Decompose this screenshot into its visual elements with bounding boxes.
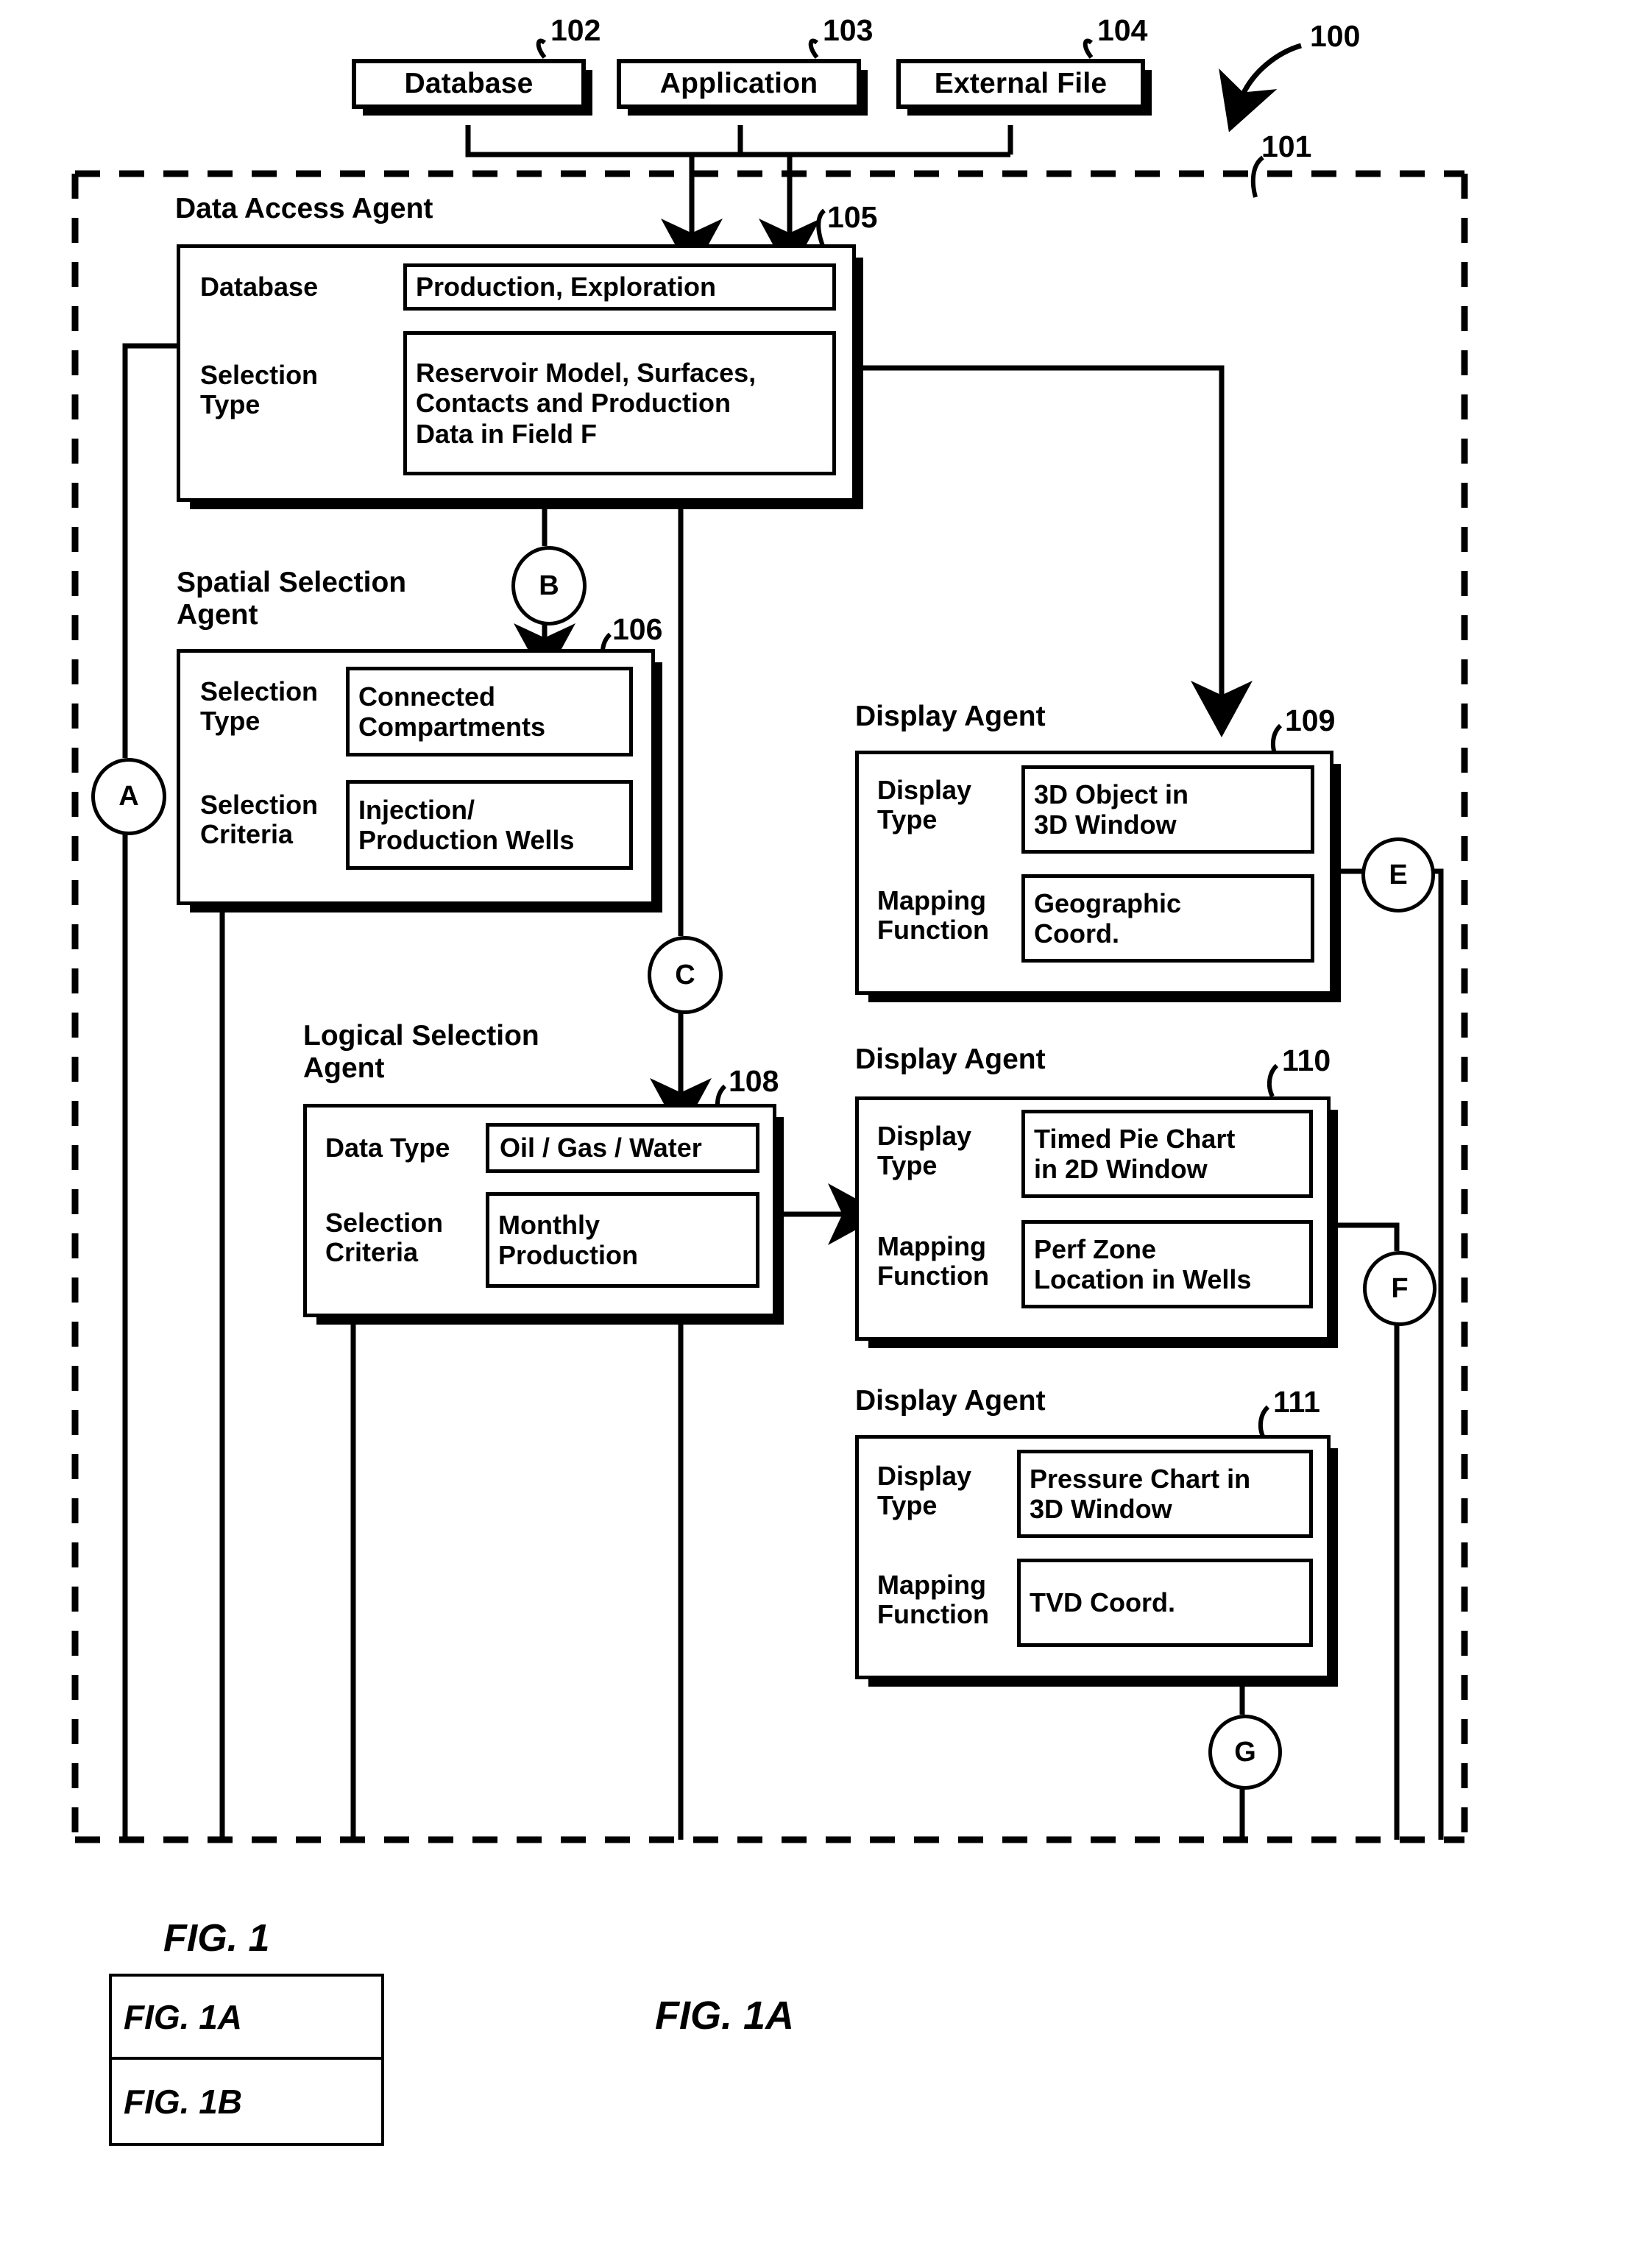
- ref-number-111: 111: [1273, 1385, 1320, 1419]
- ref-number-110: 110: [1282, 1043, 1331, 1077]
- display-agent-109-row-label-1: Mapping Function: [877, 885, 989, 945]
- value-text: TVD Coord.: [1030, 1587, 1175, 1618]
- display-agent-111-row-value-1: TVD Coord.: [1017, 1559, 1313, 1647]
- connector-bubble-e[interactable]: E: [1361, 837, 1435, 912]
- value-text: Monthly Production: [498, 1209, 638, 1270]
- source-box-database[interactable]: Database: [352, 59, 586, 109]
- spatial-selection-row-value-0: Connected Compartments: [346, 667, 633, 756]
- figure-sheet-label: FIG. 1B: [124, 2082, 243, 2121]
- ref-number-106: 106: [612, 612, 663, 646]
- spatial-selection-agent-title: Spatial Selection Agent: [177, 567, 407, 631]
- value-text: Pressure Chart in 3D Window: [1030, 1463, 1251, 1524]
- data-access-row-label-1: Selection Type: [200, 360, 319, 419]
- figure-sheet-row: FIG. 1B: [112, 2060, 381, 2143]
- connector-label: C: [675, 959, 695, 991]
- data-access-agent-title: Data Access Agent: [175, 193, 433, 224]
- connector-label: F: [1391, 1272, 1409, 1304]
- display-agent-109-title: Display Agent: [855, 701, 1046, 732]
- display-agent-110-row-value-0: Timed Pie Chart in 2D Window: [1021, 1110, 1313, 1198]
- display-agent-110-title: Display Agent: [855, 1043, 1046, 1075]
- connector-bubble-c[interactable]: C: [648, 936, 723, 1014]
- source-box-external-file[interactable]: External File: [896, 59, 1145, 109]
- figure-caption-right: FIG. 1A: [655, 1994, 795, 2038]
- ref-number-103: 103: [823, 13, 874, 47]
- source-box-application[interactable]: Application: [617, 59, 861, 109]
- figure-sheet-label: FIG. 1A: [124, 1997, 243, 2036]
- spatial-selection-row-value-1: Injection/ Production Wells: [346, 780, 633, 870]
- ref-number-109: 109: [1285, 704, 1336, 737]
- figure-caption-main: FIG. 1: [163, 1917, 270, 1960]
- connector-label: B: [539, 570, 559, 601]
- ref-number-108: 108: [729, 1064, 779, 1098]
- display-agent-109-row-label-0: Display Type: [877, 775, 972, 834]
- ref-number-102: 102: [550, 13, 601, 47]
- ref-number-105: 105: [827, 200, 878, 234]
- ref-number-101: 101: [1261, 130, 1312, 163]
- display-agent-111-row-value-0: Pressure Chart in 3D Window: [1017, 1450, 1313, 1538]
- connector-bubble-b[interactable]: B: [511, 546, 587, 626]
- spatial-selection-row-label-1: Selection Criteria: [200, 790, 319, 849]
- figure-sheet-row: FIG. 1A: [112, 1977, 381, 2060]
- data-access-row-value-0: Production, Exploration: [403, 263, 836, 311]
- value-text: Timed Pie Chart in 2D Window: [1034, 1123, 1236, 1184]
- connector-label: A: [118, 781, 139, 812]
- value-text: Injection/ Production Wells: [358, 794, 575, 855]
- value-text: Geographic Coord.: [1034, 887, 1182, 949]
- connector-bubble-g[interactable]: G: [1208, 1715, 1282, 1790]
- display-agent-109-row-value-0: 3D Object in 3D Window: [1021, 765, 1314, 854]
- connector-bubble-f[interactable]: F: [1363, 1251, 1437, 1326]
- connector-label: E: [1389, 859, 1408, 890]
- display-agent-111-row-label-1: Mapping Function: [877, 1570, 989, 1629]
- display-agent-110-row-value-1: Perf Zone Location in Wells: [1021, 1220, 1313, 1308]
- source-label: Application: [659, 68, 818, 99]
- data-access-row-value-1: Reservoir Model, Surfaces, Contacts and …: [403, 331, 836, 475]
- value-text: Reservoir Model, Surfaces, Contacts and …: [416, 358, 757, 449]
- patent-figure-page: Database 102 Application 103 External Fi…: [0, 0, 1633, 2268]
- logical-selection-row-label-1: Selection Criteria: [325, 1208, 444, 1267]
- display-agent-111-row-label-0: Display Type: [877, 1461, 972, 1520]
- logical-selection-row-label-0: Data Type: [325, 1133, 450, 1163]
- display-agent-109-row-value-1: Geographic Coord.: [1021, 874, 1314, 963]
- figure-sheet-key: FIG. 1A FIG. 1B: [109, 1974, 384, 2146]
- ref-number-104: 104: [1097, 13, 1148, 47]
- source-label: Database: [404, 68, 534, 99]
- spatial-selection-row-label-0: Selection Type: [200, 676, 319, 736]
- logical-selection-row-value-1: Monthly Production: [486, 1192, 759, 1288]
- value-text: Connected Compartments: [358, 681, 546, 742]
- data-access-row-label-0: Database: [200, 272, 319, 302]
- value-text: 3D Object in 3D Window: [1034, 779, 1189, 840]
- source-label: External File: [934, 68, 1108, 99]
- display-agent-110-row-label-0: Display Type: [877, 1121, 972, 1180]
- connector-bubble-a[interactable]: A: [91, 758, 166, 835]
- value-text: Oil / Gas / Water: [500, 1133, 702, 1163]
- connector-label: G: [1234, 1736, 1256, 1768]
- logical-selection-row-value-0: Oil / Gas / Water: [486, 1123, 759, 1173]
- display-agent-111-title: Display Agent: [855, 1385, 1046, 1417]
- logical-selection-agent-title: Logical Selection Agent: [303, 1020, 539, 1084]
- ref-number-100: 100: [1310, 19, 1361, 53]
- value-text: Perf Zone Location in Wells: [1034, 1233, 1252, 1294]
- display-agent-110-row-label-1: Mapping Function: [877, 1231, 989, 1291]
- value-text: Production, Exploration: [416, 272, 717, 302]
